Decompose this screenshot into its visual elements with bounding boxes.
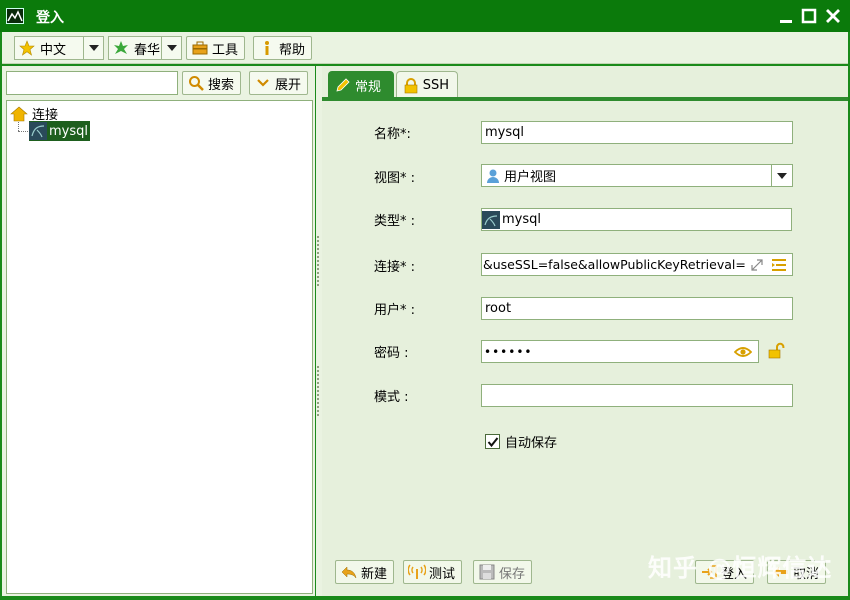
login-button-label: 登入 — [721, 566, 748, 582]
cancel-button[interactable]: 取消 — [767, 560, 827, 584]
toolbox-icon — [191, 39, 209, 57]
right-panel: 常规 SSH 名称*: 视图* : 用户视图 类型* : mysq — [322, 66, 848, 596]
home-icon — [10, 105, 28, 123]
close-button[interactable] — [823, 6, 843, 26]
eye-icon[interactable] — [734, 343, 752, 361]
star-icon — [18, 39, 36, 57]
language-label: 中文 — [40, 42, 67, 58]
window-title: 登入 — [36, 10, 64, 26]
user-icon — [484, 167, 502, 185]
pencil-icon — [334, 76, 352, 94]
toolbar: 中文 春华 工具 帮助 — [2, 32, 848, 64]
password-label: 密码 : — [374, 346, 409, 361]
splitter-grip — [317, 366, 320, 416]
tree-connector — [18, 131, 28, 132]
help-button[interactable]: 帮助 — [253, 36, 313, 60]
search-button[interactable]: 搜索 — [182, 71, 242, 95]
title-bar: 登入 — [0, 0, 850, 32]
tree-connector — [18, 122, 19, 131]
antenna-icon — [408, 563, 426, 581]
autosave-checkbox[interactable]: 自动保存 — [485, 432, 557, 451]
connection-label: 连接* : — [374, 260, 416, 275]
save-button[interactable]: 保存 — [473, 560, 533, 584]
mountain-icon — [6, 8, 24, 24]
connection-field[interactable]: &useSSL=false&allowPublicKeyRetrieval=tr… — [481, 253, 793, 276]
theme-label: 春华 — [134, 42, 161, 58]
maximize-button[interactable] — [799, 6, 819, 26]
user-label: 用户* : — [374, 303, 416, 318]
help-label: 帮助 — [279, 42, 306, 58]
type-select[interactable]: mysql — [481, 208, 792, 231]
minimize-button[interactable] — [776, 6, 796, 26]
connection-value: &useSSL=false&allowPublicKeyRetrieval=tr… — [483, 257, 746, 272]
password-field[interactable]: •••••• — [481, 340, 759, 363]
search-button-label: 搜索 — [208, 77, 235, 93]
password-value: •••••• — [484, 344, 533, 359]
view-select[interactable]: 用户视图 — [481, 164, 793, 187]
expand-button-label: 展开 — [275, 77, 302, 93]
expand-icon[interactable] — [748, 256, 766, 274]
cancel-icon — [772, 563, 790, 581]
search-icon — [187, 74, 205, 92]
lock-icon — [403, 77, 420, 95]
general-form: 名称*: 视图* : 用户视图 类型* : mysql 连接* : &useSS… — [322, 101, 848, 596]
chevron-down-icon — [254, 74, 272, 92]
tools-label: 工具 — [212, 42, 239, 58]
expand-button[interactable]: 展开 — [249, 71, 309, 95]
theme-select[interactable]: 春华 — [108, 36, 182, 60]
tree-item-label: mysql — [49, 123, 88, 139]
tools-button[interactable]: 工具 — [186, 36, 246, 60]
schema-field[interactable] — [481, 384, 793, 407]
chevron-down-icon[interactable] — [771, 165, 792, 186]
login-button[interactable]: 登入 — [695, 560, 755, 584]
tab-general-label: 常规 — [355, 79, 382, 95]
search-input[interactable] — [6, 71, 178, 95]
info-icon — [258, 39, 276, 57]
test-button[interactable]: 测试 — [403, 560, 463, 584]
view-value: 用户视图 — [504, 170, 557, 185]
cancel-button-label: 取消 — [793, 566, 820, 582]
autosave-label: 自动保存 — [505, 436, 558, 451]
tab-ssh[interactable]: SSH — [396, 71, 458, 99]
name-field[interactable] — [481, 121, 793, 144]
chevron-down-icon[interactable] — [161, 37, 181, 59]
list-icon[interactable] — [770, 256, 788, 274]
leaf-icon — [112, 39, 130, 57]
type-value: mysql — [502, 212, 541, 227]
checkbox-box[interactable] — [485, 434, 500, 449]
view-label: 视图* : — [374, 171, 416, 186]
test-button-label: 测试 — [429, 566, 456, 582]
save-button-label: 保存 — [499, 566, 526, 582]
mysql-icon — [29, 122, 47, 140]
new-button[interactable]: 新建 — [335, 560, 395, 584]
floppy-icon — [478, 563, 496, 581]
mysql-icon — [482, 210, 500, 229]
tab-ssh-label: SSH — [422, 78, 449, 93]
name-label: 名称*: — [374, 127, 411, 142]
type-label: 类型* : — [374, 214, 416, 229]
chevron-down-icon[interactable] — [83, 37, 103, 59]
unlock-icon[interactable] — [766, 341, 786, 361]
tree-item-mysql[interactable]: mysql — [29, 121, 90, 141]
new-button-label: 新建 — [361, 566, 388, 582]
schema-label: 模式 : — [374, 390, 409, 405]
language-select[interactable]: 中文 — [14, 36, 104, 60]
tab-general[interactable]: 常规 — [328, 71, 394, 99]
left-panel: 搜索 展开 连接 mysql — [2, 66, 315, 596]
user-field[interactable] — [481, 297, 793, 320]
splitter-grip — [317, 236, 320, 286]
connection-tree: 连接 mysql — [6, 100, 313, 594]
login-icon — [700, 563, 718, 581]
undo-arrow-icon — [340, 563, 358, 581]
